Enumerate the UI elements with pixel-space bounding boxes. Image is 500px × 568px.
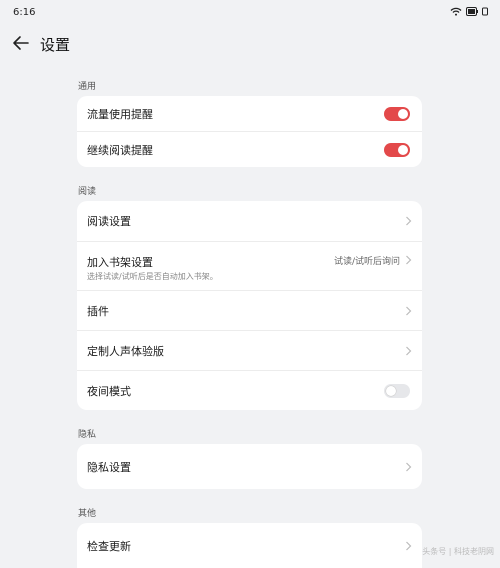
row-label: 夜间模式 <box>87 384 131 398</box>
back-arrow-icon[interactable] <box>10 32 32 54</box>
page-title: 设置 <box>40 36 71 54</box>
traffic-reminder-toggle[interactable] <box>384 106 410 121</box>
status-bar: 6:16 <box>0 0 500 26</box>
status-icons <box>450 7 488 16</box>
row-label: 插件 <box>87 304 109 318</box>
watermark: 头条号 | 科技老阴网 <box>422 547 494 556</box>
toggle-knob <box>398 108 408 119</box>
row-label: 加入书架设置 <box>87 256 153 269</box>
section-label-general: 通用 <box>78 82 97 92</box>
row-reading-settings[interactable]: 阅读设置 <box>77 201 422 242</box>
row-continue-reading-reminder[interactable]: 继续阅读提醒 <box>77 132 422 167</box>
row-night-mode[interactable]: 夜间模式 <box>77 371 422 410</box>
row-label: 检查更新 <box>87 539 131 553</box>
signal-icon <box>482 7 488 16</box>
card-privacy: 隐私设置 <box>77 444 422 489</box>
section-label-reading: 阅读 <box>78 187 97 197</box>
chevron-right-icon <box>406 306 412 315</box>
row-add-to-shelf-settings[interactable]: 加入书架设置 试读/试听后询问 选择试读/试听后是否自动加入书架。 <box>77 242 422 291</box>
row-traffic-reminder[interactable]: 流量使用提醒 <box>77 96 422 132</box>
continue-reading-toggle[interactable] <box>384 142 410 157</box>
chevron-right-icon <box>406 255 412 265</box>
chevron-right-icon <box>406 216 412 226</box>
chevron-right-icon <box>406 346 412 355</box>
row-value: 试读/试听后询问 <box>333 257 400 267</box>
status-time: 6:16 <box>13 7 36 18</box>
chevron-right-icon <box>406 541 412 550</box>
toggle-knob <box>386 385 396 396</box>
toggle-knob <box>398 144 408 155</box>
night-mode-toggle[interactable] <box>384 383 410 398</box>
header: 设置 <box>0 26 500 62</box>
row-plugins[interactable]: 插件 <box>77 291 422 331</box>
chevron-right-icon <box>406 462 412 471</box>
row-check-update[interactable]: 检查更新 <box>77 523 422 568</box>
card-other: 检查更新 <box>77 523 422 568</box>
row-description: 选择试读/试听后是否自动加入书架。 <box>87 272 218 281</box>
card-general: 流量使用提醒 继续阅读提醒 <box>77 96 422 167</box>
section-label-privacy: 隐私 <box>78 430 97 440</box>
wifi-icon <box>450 7 462 16</box>
row-label: 隐私设置 <box>87 460 131 474</box>
battery-icon <box>466 7 478 16</box>
section-label-other: 其他 <box>78 509 97 519</box>
row-privacy-settings[interactable]: 隐私设置 <box>77 444 422 489</box>
row-custom-voice[interactable]: 定制人声体验版 <box>77 331 422 371</box>
row-label: 阅读设置 <box>87 215 131 228</box>
row-label: 定制人声体验版 <box>87 344 164 358</box>
card-reading: 阅读设置 加入书架设置 试读/试听后询问 选择试读/试听后是否自动加入书架。 插… <box>77 201 422 410</box>
row-label: 继续阅读提醒 <box>87 143 153 157</box>
row-label: 流量使用提醒 <box>87 107 153 121</box>
